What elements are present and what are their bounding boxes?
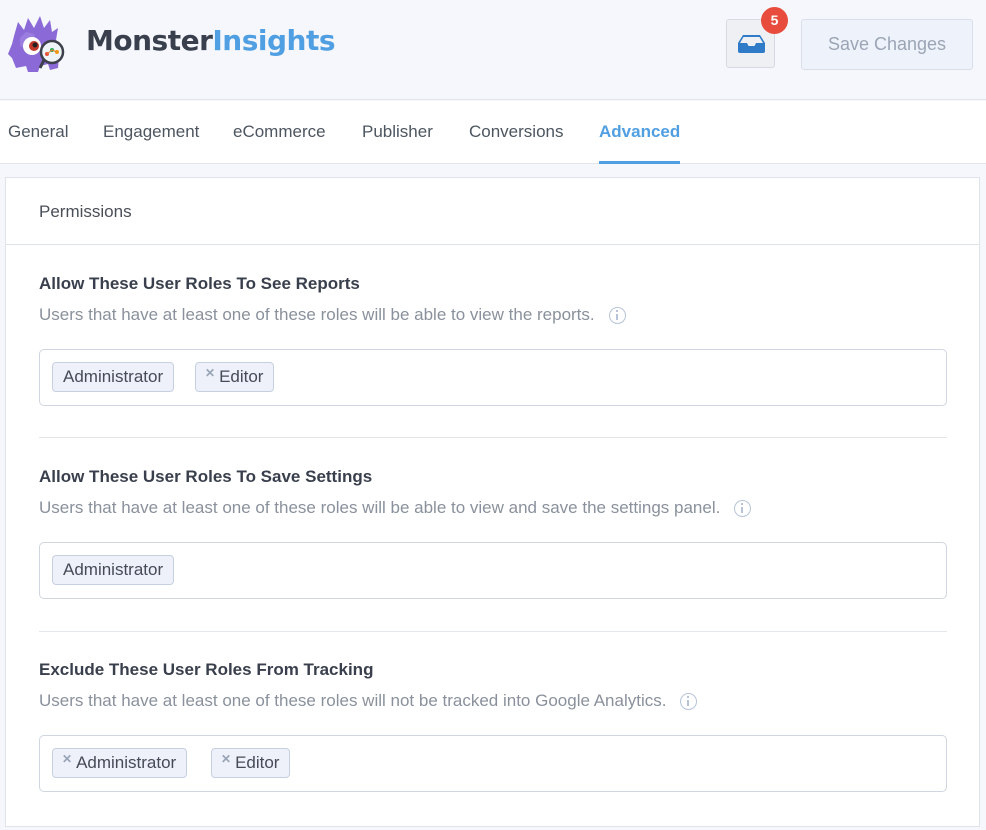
remove-chip-icon[interactable]: ✕ — [205, 366, 215, 380]
role-chip: Administrator — [52, 555, 175, 585]
section-title: Allow These User Roles To Save Settings — [39, 467, 373, 486]
exclude-tracking-roles-select[interactable]: ✕ Administrator ✕ Editor — [39, 735, 947, 792]
tab-ecommerce[interactable]: eCommerce — [233, 122, 326, 164]
brand-name: MonsterInsights — [86, 24, 336, 57]
section-description-text: Users that have at least one of these ro… — [39, 305, 595, 324]
tab-publisher[interactable]: Publisher — [362, 122, 433, 164]
section-description-text: Users that have at least one of these ro… — [39, 691, 667, 710]
panel-header-divider — [6, 244, 979, 245]
info-icon[interactable] — [608, 306, 626, 324]
remove-chip-icon[interactable]: ✕ — [221, 752, 231, 766]
remove-chip-icon[interactable]: ✕ — [62, 752, 72, 766]
section-description: Users that have at least one of these ro… — [39, 305, 947, 325]
brand-name-part1: Monster — [86, 24, 213, 57]
permissions-panel: Permissions Allow These User Roles To Se… — [5, 177, 980, 827]
section-description: Users that have at least one of these ro… — [39, 498, 947, 518]
panel-title: Permissions — [39, 202, 132, 221]
section-description: Users that have at least one of these ro… — [39, 691, 947, 711]
brand-name-part2: Insights — [212, 24, 336, 57]
section-exclude-tracking: Exclude These User Roles From Tracking U… — [39, 660, 947, 792]
section-divider — [39, 631, 947, 632]
role-chip: ✕ Editor — [211, 748, 291, 778]
section-save-settings: Allow These User Roles To Save Settings … — [39, 467, 947, 599]
section-title: Exclude These User Roles From Tracking — [39, 660, 374, 679]
role-chip: Administrator — [52, 362, 175, 392]
tab-engagement[interactable]: Engagement — [103, 122, 199, 164]
settings-tabs: General Engagement eCommerce Publisher C… — [0, 101, 986, 164]
tab-advanced[interactable]: Advanced — [599, 122, 681, 164]
tab-general[interactable]: General — [8, 122, 68, 164]
section-see-reports: Allow These User Roles To See Reports Us… — [39, 274, 947, 406]
info-icon[interactable] — [680, 692, 698, 710]
role-chip: ✕ Administrator — [52, 748, 188, 778]
see-reports-roles-select[interactable]: Administrator ✕ Editor — [39, 349, 947, 406]
chip-label: Administrator — [63, 560, 164, 579]
chip-label: Administrator — [76, 753, 177, 772]
section-description-text: Users that have at least one of these ro… — [39, 498, 721, 517]
notification-count-badge: 5 — [761, 7, 788, 34]
inbox-tray-icon — [738, 35, 765, 53]
chip-label: Administrator — [63, 367, 164, 386]
chip-label: Editor — [235, 753, 280, 772]
tab-conversions[interactable]: Conversions — [469, 122, 564, 164]
save-changes-button[interactable]: Save Changes — [801, 19, 973, 70]
section-title: Allow These User Roles To See Reports — [39, 274, 360, 293]
chip-label: Editor — [219, 367, 264, 386]
role-chip: ✕ Editor — [195, 362, 275, 392]
info-icon[interactable] — [734, 499, 752, 517]
monster-logo-icon — [6, 14, 70, 74]
section-divider — [39, 437, 947, 438]
save-settings-roles-select[interactable]: Administrator — [39, 542, 947, 599]
header: MonsterInsights 5 Save Changes — [0, 0, 986, 100]
